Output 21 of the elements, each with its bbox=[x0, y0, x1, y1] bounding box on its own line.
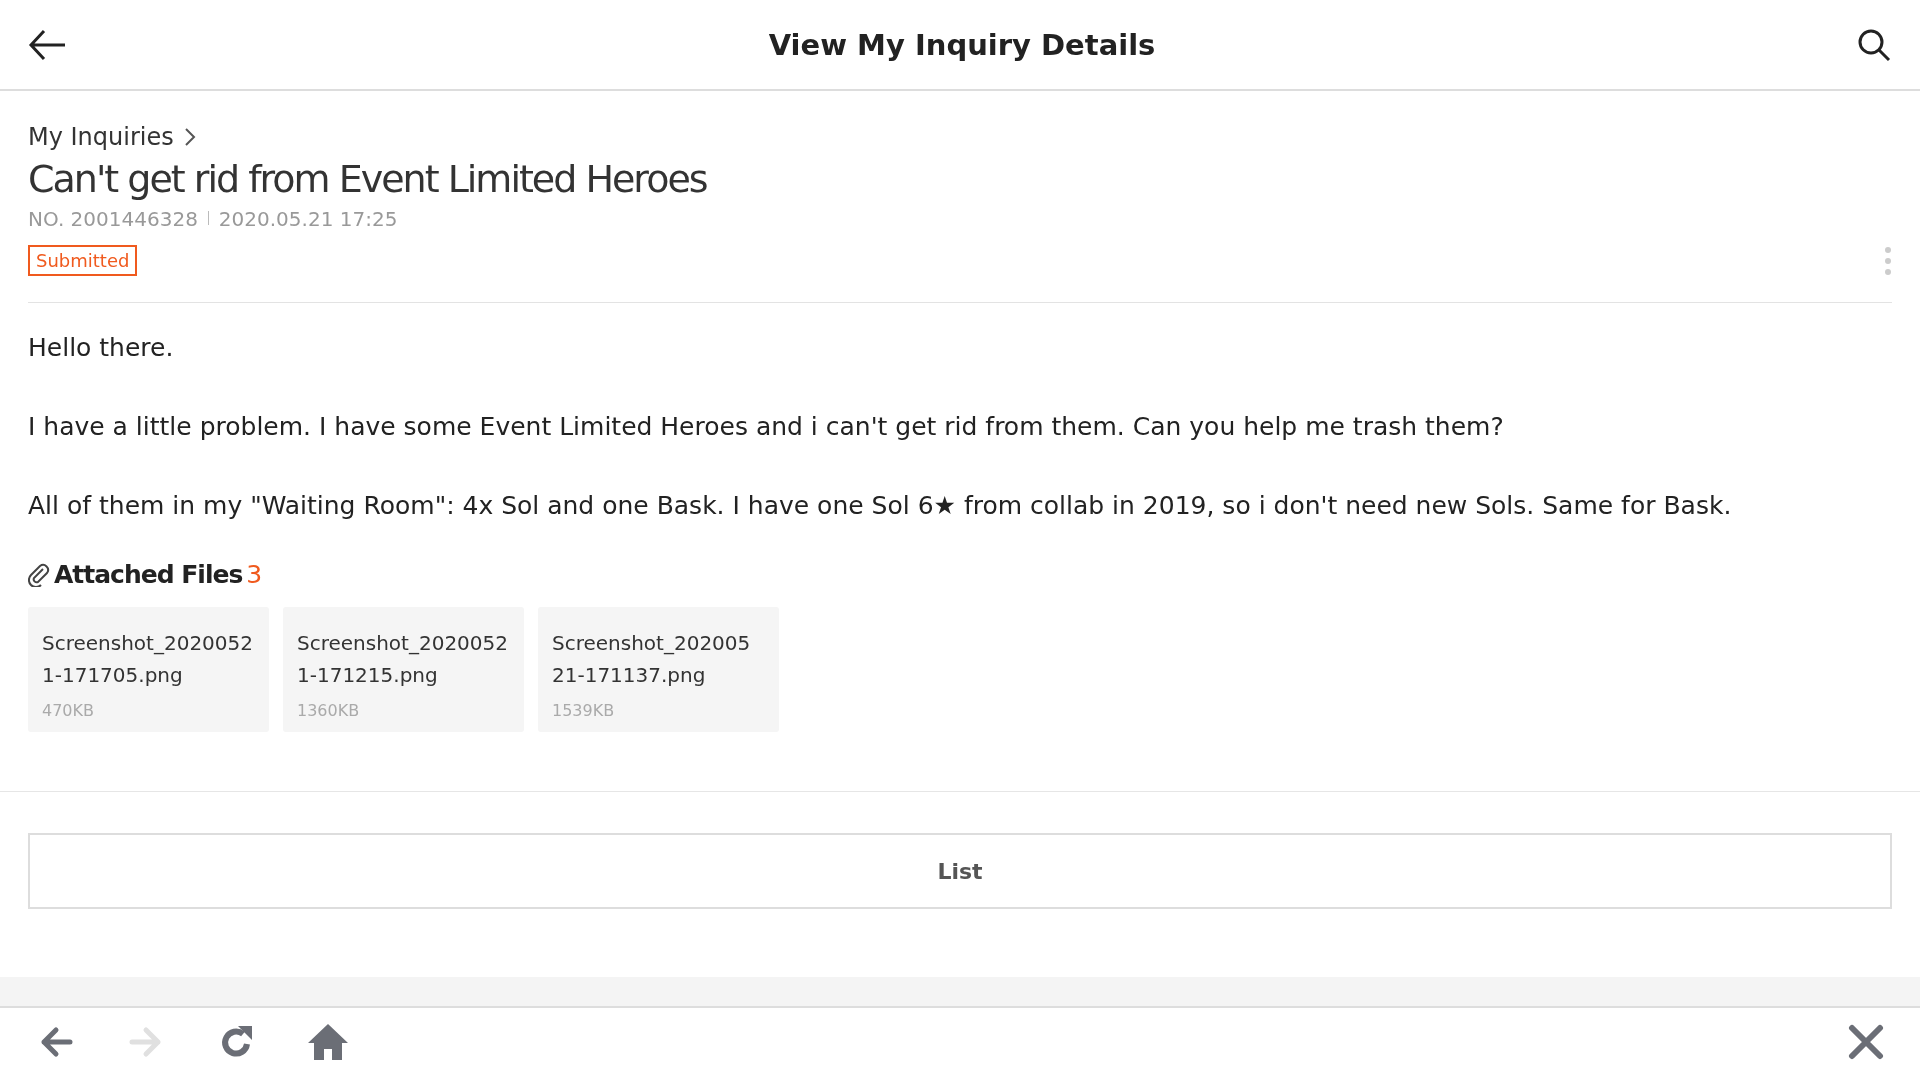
message-paragraph: All of them in my "Waiting Room": 4x Sol and one Bask. I have one Sol 6★ from collab in 2019, so i don't need new Sols. Same for Bask. bbox=[28, 491, 1733, 520]
page-title: View My Inquiry Details bbox=[768, 27, 1156, 62]
attachment-card[interactable]: Screenshot_202005 21-171137.png 1539KB bbox=[538, 607, 779, 732]
list-button[interactable]: List bbox=[28, 833, 1892, 909]
breadcrumb-link[interactable]: My Inquiries bbox=[28, 123, 174, 151]
file-name: Screenshot_2020052 1-171705.png bbox=[42, 630, 254, 689]
inquiry-date: 2020.05.21 17:25 bbox=[218, 207, 398, 231]
file-size: 1539KB bbox=[552, 701, 616, 720]
attachment-card[interactable]: Screenshot_2020052 1-171705.png 470KB bbox=[28, 607, 269, 732]
attachment-count: 3 bbox=[246, 560, 263, 589]
status-badge: Submitted bbox=[28, 245, 138, 276]
attachments-heading: Attached Files bbox=[54, 560, 243, 589]
file-name: Screenshot_2020052 1-171215.png bbox=[297, 630, 509, 689]
message-paragraph: I have a little problem. I have some Event Limited Heroes and i can't get rid from them. Can you help me trash them? bbox=[28, 412, 1505, 441]
file-size: 470KB bbox=[42, 701, 95, 720]
inquiry-title: Can't get rid from Event Limited Heroes bbox=[28, 157, 708, 201]
message-paragraph: Hello there. bbox=[28, 333, 175, 362]
file-name: Screenshot_202005 21-171137.png bbox=[552, 630, 752, 689]
attachment-card[interactable]: Screenshot_2020052 1-171215.png 1360KB bbox=[283, 607, 524, 732]
file-size: 1360KB bbox=[297, 701, 361, 720]
inquiry-number: NO. 2001446328 bbox=[28, 207, 198, 231]
